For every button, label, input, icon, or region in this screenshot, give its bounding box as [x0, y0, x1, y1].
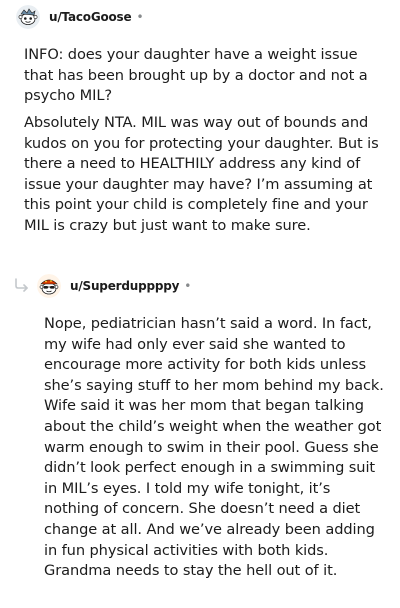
comment-body-paragraph: Absolutely NTA. MIL was way out of bound… [24, 114, 379, 234]
comment-body-paragraph: Nope, pediatrician hasn’t said a word. I… [44, 315, 384, 580]
comment-header: u/TacoGoose • [16, 5, 144, 29]
username-link[interactable]: u/Superduppppy [70, 279, 179, 293]
snoo-avatar-icon [16, 5, 40, 29]
comment-header: u/Superduppppy • [37, 274, 191, 298]
meta-separator: • [136, 10, 144, 24]
meta-separator: • [184, 279, 192, 293]
avatar[interactable] [16, 5, 40, 29]
reply-arrow-icon [15, 278, 28, 292]
username-link[interactable]: u/TacoGoose [49, 10, 132, 24]
snoo-avatar-icon [37, 274, 61, 298]
avatar[interactable] [37, 274, 61, 298]
comment-body-paragraph: INFO: does your daughter have a weight i… [24, 46, 368, 105]
